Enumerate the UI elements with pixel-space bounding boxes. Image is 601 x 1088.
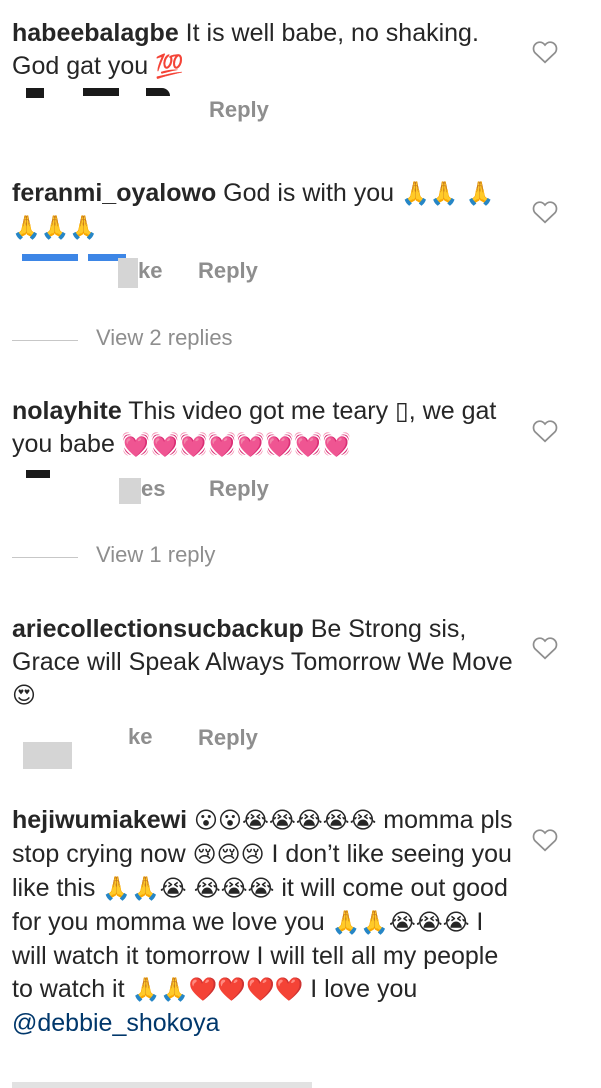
comment-emoji: 💯 — [155, 54, 184, 80]
comment-item: habeebalagbe It is well babe, no shaking… — [0, 0, 601, 140]
reply-button[interactable]: Reply — [209, 476, 269, 502]
view-replies-button[interactable]: View 2 replies — [12, 325, 412, 355]
view-replies-label: View 2 replies — [96, 325, 233, 350]
heart-outline-icon[interactable] — [532, 40, 558, 64]
redacted-meta — [26, 88, 44, 98]
heart-outline-icon[interactable] — [532, 636, 558, 660]
redacted-meta — [118, 258, 138, 288]
comment-text: habeebalagbe It is well babe, no shaking… — [12, 17, 522, 84]
redacted-meta — [22, 254, 78, 261]
comment-username[interactable]: habeebalagbe — [12, 19, 179, 47]
comment-emoji: 😍 — [12, 683, 36, 709]
comment-item: feranmi_oyalowo God is with you 🙏🙏 🙏🙏🙏🙏 … — [0, 170, 601, 370]
comment-emoji: 🙏🙏😭😭😭 — [331, 910, 470, 936]
comment-item: nolayhite This video got me teary ▯, we … — [0, 390, 601, 580]
thread-divider — [12, 340, 78, 341]
reply-button[interactable]: Reply — [209, 97, 269, 123]
comment-item: ariecollectionsucbackup Be Strong sis, G… — [0, 600, 601, 780]
comment-body: This video got me teary — [121, 397, 396, 425]
missing-glyph: ▯ — [395, 397, 409, 425]
comment-text: ariecollectionsucbackup Be Strong sis, G… — [12, 613, 522, 713]
comment-emoji: 😮😮😭😭😭😭😭 — [194, 808, 377, 834]
redacted-meta — [146, 88, 170, 96]
comment-text: feranmi_oyalowo God is with you 🙏🙏 🙏🙏🙏🙏 — [12, 177, 522, 245]
comment-body: God is with you — [216, 179, 402, 207]
comment-emoji: 💓💓💓💓💓💓💓💓 — [121, 432, 351, 458]
comment-item: hejiwumiakewi 😮😮😭😭😭😭😭 momma pls stop cry… — [0, 800, 601, 1088]
reply-button[interactable]: Reply — [198, 258, 258, 284]
likes-count: ke — [128, 724, 153, 749]
likes-count: es — [141, 476, 166, 501]
thread-divider — [12, 557, 78, 558]
comment-text: hejiwumiakewi 😮😮😭😭😭😭😭 momma pls stop cry… — [12, 804, 522, 1040]
heart-outline-icon[interactable] — [532, 200, 558, 224]
redacted-meta — [23, 742, 72, 769]
reply-button[interactable]: Reply — [198, 725, 258, 751]
comment-body: I love you — [303, 975, 418, 1003]
comment-emoji: 🙏🙏❤️❤️❤️❤️ — [131, 977, 304, 1003]
comment-text: nolayhite This video got me teary ▯, we … — [12, 395, 522, 462]
comment-username[interactable]: nolayhite — [12, 397, 122, 425]
likes-count: ke — [138, 258, 163, 283]
view-replies-label: View 1 reply — [96, 542, 216, 567]
comment-username[interactable]: feranmi_oyalowo — [12, 179, 216, 207]
comment-username[interactable]: ariecollectionsucbackup — [12, 615, 304, 643]
comment-username[interactable]: hejiwumiakewi — [12, 806, 187, 834]
redacted-meta — [119, 478, 141, 504]
redacted-meta — [83, 88, 119, 96]
cut-off-meta-row — [12, 1082, 312, 1088]
comment-emoji: 😢😢😢 — [192, 842, 265, 868]
user-mention-link[interactable]: @debbie_shokoya — [12, 1009, 219, 1037]
heart-outline-icon[interactable] — [532, 828, 558, 852]
redacted-meta — [26, 470, 50, 478]
comment-emoji: 🙏🙏😭 😭😭😭 — [102, 876, 275, 902]
view-replies-button[interactable]: View 1 reply — [12, 542, 412, 572]
heart-outline-icon[interactable] — [532, 419, 558, 443]
